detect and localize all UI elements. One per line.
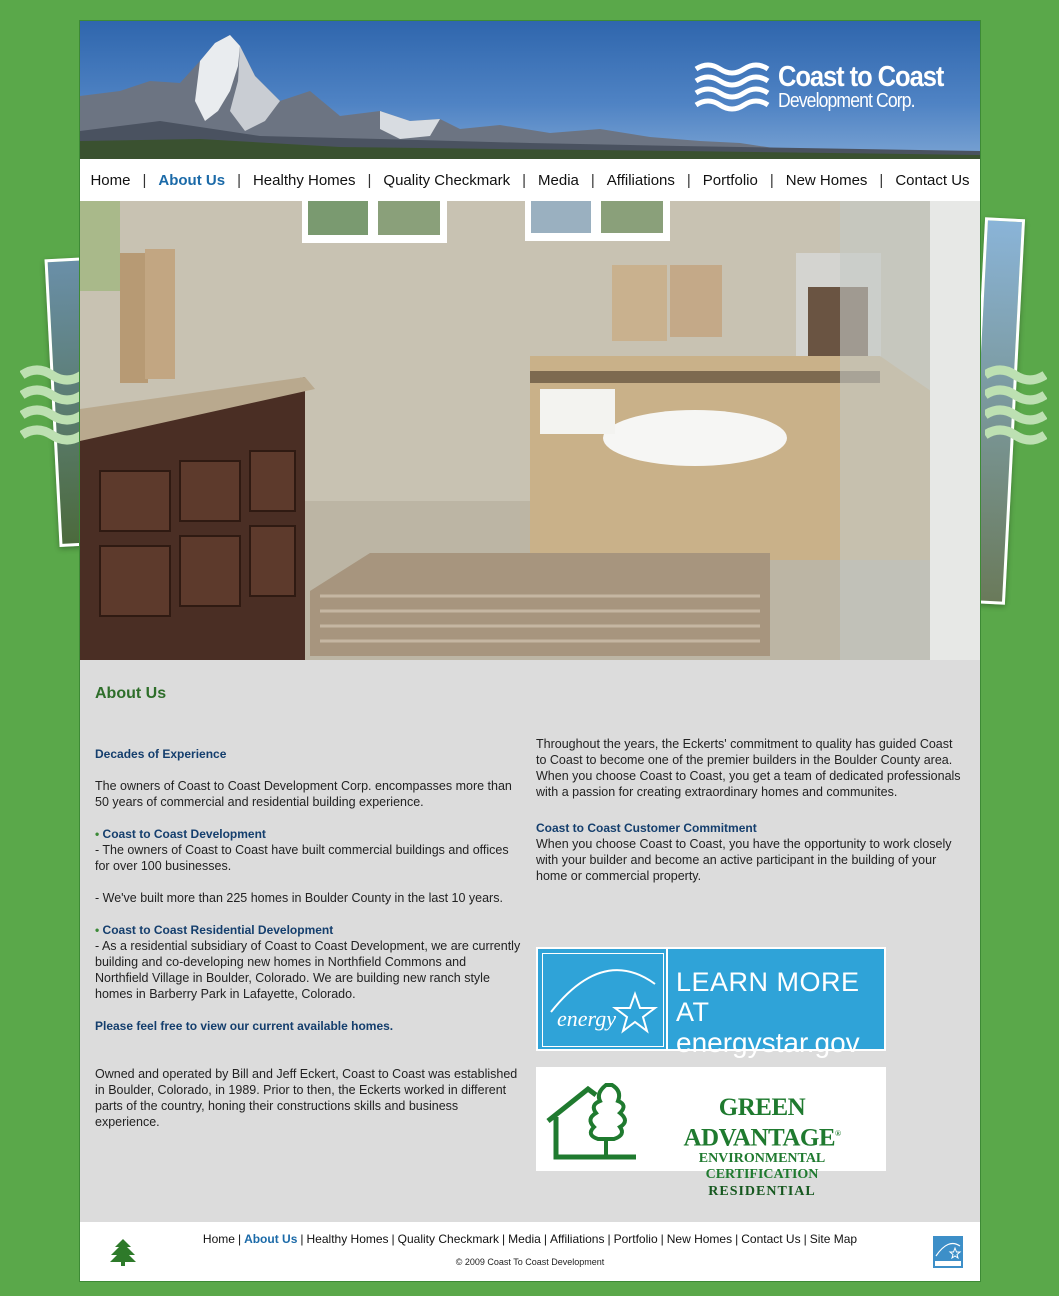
footer-separator: |: [300, 1232, 304, 1246]
footer-separator: |: [237, 1232, 242, 1246]
nav-separator: |: [522, 171, 527, 189]
green-advantage-banner[interactable]: GREEN ADVANTAGE® ENVIRONMENTAL CERTIFICA…: [536, 1067, 886, 1199]
footer-separator: |: [391, 1232, 395, 1246]
paragraph-commercial: - The owners of Coast to Coast have buil…: [95, 843, 509, 873]
svg-text:energy: energy: [557, 1006, 616, 1031]
paragraph-experience: The owners of Coast to Coast Development…: [95, 779, 512, 809]
heading-residential: • Coast to Coast Residential Development: [95, 923, 334, 937]
energy-star-line1: LEARN MORE AT: [676, 967, 860, 1027]
footer-separator: |: [543, 1232, 547, 1246]
nav-separator: |: [879, 171, 884, 189]
content-left-column: Decades of Experience The owners of Coas…: [95, 746, 523, 1146]
nav-new-homes[interactable]: New Homes: [786, 172, 868, 189]
footer-link-media[interactable]: Media: [508, 1232, 541, 1246]
nav-home[interactable]: Home: [90, 172, 130, 189]
nav-separator: |: [590, 171, 595, 189]
green-advantage-subtitle: ENVIRONMENTAL CERTIFICATION: [698, 1151, 826, 1183]
heading-development: • Coast to Coast Development: [95, 827, 266, 841]
waves-decoration-left: [20, 365, 82, 445]
waves-logo-icon: [694, 62, 770, 112]
heading-decades: Decades of Experience: [95, 747, 227, 761]
nav-portfolio[interactable]: Portfolio: [703, 172, 758, 189]
energy-star-banner[interactable]: energy LEARN MORE AT energystar.gov: [536, 947, 886, 1058]
green-advantage-title: GREEN ADVANTAGE®: [683, 1094, 841, 1152]
content-right-column: Throughout the years, the Eckerts' commi…: [536, 736, 966, 900]
page-title: About Us: [95, 685, 167, 702]
nav-about-us[interactable]: About Us: [158, 172, 225, 189]
nav-separator: |: [769, 171, 774, 189]
energy-star-logo: energy: [542, 953, 664, 1047]
paragraph-residential: - As a residential subsidiary of Coast t…: [95, 939, 521, 1001]
paragraph-commitment-quality: Throughout the years, the Eckerts' commi…: [536, 737, 961, 799]
nav-healthy-homes[interactable]: Healthy Homes: [253, 172, 356, 189]
nav-separator: |: [686, 171, 691, 189]
green-advantage-type: RESIDENTIAL: [708, 1184, 816, 1200]
footer-separator: |: [607, 1232, 611, 1246]
nav-separator: |: [142, 171, 147, 189]
hero-bathroom-image: [80, 201, 980, 660]
available-homes-link[interactable]: Please feel free to view our current ava…: [95, 1019, 393, 1033]
nav-contact-us[interactable]: Contact Us: [895, 172, 969, 189]
footer-separator: |: [660, 1232, 664, 1246]
paragraph-owners: Owned and operated by Bill and Jeff Ecke…: [95, 1067, 518, 1129]
energy-star-small-icon: [935, 1243, 962, 1266]
nav-separator: |: [237, 171, 241, 189]
site-header: Coast to Coast Development Corp.: [80, 21, 980, 159]
footer-link-about-us[interactable]: About Us: [244, 1232, 297, 1246]
energy-star-icon: energy: [550, 969, 658, 1034]
footer-separator: |: [735, 1232, 739, 1246]
bullet: •: [95, 923, 100, 937]
logo[interactable]: Coast to Coast Development Corp.: [694, 59, 966, 115]
site-footer: Home | About Us | Healthy Homes | Quality Chec…: [80, 1222, 980, 1281]
nav-separator: |: [367, 171, 372, 189]
footer-link-new-homes[interactable]: New Homes: [667, 1232, 732, 1246]
brand-subtitle: Development Corp.: [778, 90, 916, 112]
footer-link-portfolio[interactable]: Portfolio: [614, 1232, 658, 1246]
heading-customer-commitment: Coast to Coast Customer Commitment: [536, 821, 757, 835]
page-container: Coast to Coast Development Corp. Home | …: [79, 20, 981, 1282]
house-tree-icon: [546, 1083, 636, 1160]
energy-star-small-logo[interactable]: [933, 1236, 963, 1268]
paragraph-customer-commitment: When you choose Coast to Coast, you have…: [536, 837, 952, 883]
footer-link-quality-checkmark[interactable]: Quality Checkmark: [398, 1232, 499, 1246]
footer-nav: Home | About Us | Healthy Homes | Quality Chec…: [80, 1232, 980, 1246]
footer-link-healthy-homes[interactable]: Healthy Homes: [307, 1232, 389, 1246]
main-nav: Home | About Us | Healthy Homes | Qualit…: [80, 159, 980, 201]
nav-affiliations[interactable]: Affiliations: [607, 172, 675, 189]
brand-title: Coast to Coast: [778, 61, 944, 93]
footer-separator: |: [502, 1232, 506, 1246]
waves-decoration-right: [985, 365, 1047, 445]
nav-quality-checkmark[interactable]: Quality Checkmark: [383, 172, 510, 189]
nav-media[interactable]: Media: [538, 172, 579, 189]
bullet: •: [95, 827, 100, 841]
footer-link-affiliations[interactable]: Affiliations: [550, 1232, 604, 1246]
footer-separator: |: [803, 1232, 807, 1246]
footer-link-home[interactable]: Home: [203, 1232, 235, 1246]
footer-link-contact-us[interactable]: Contact Us: [741, 1232, 800, 1246]
copyright: © 2009 Coast To Coast Development: [455, 1257, 605, 1267]
content-section: About Us Decades of Experience The owner…: [80, 660, 980, 1222]
paragraph-homes-built: - We've built more than 225 homes in Bou…: [95, 891, 503, 905]
footer-link-site-map[interactable]: Site Map: [810, 1232, 857, 1246]
energy-star-line2: energystar.gov: [676, 1027, 860, 1058]
